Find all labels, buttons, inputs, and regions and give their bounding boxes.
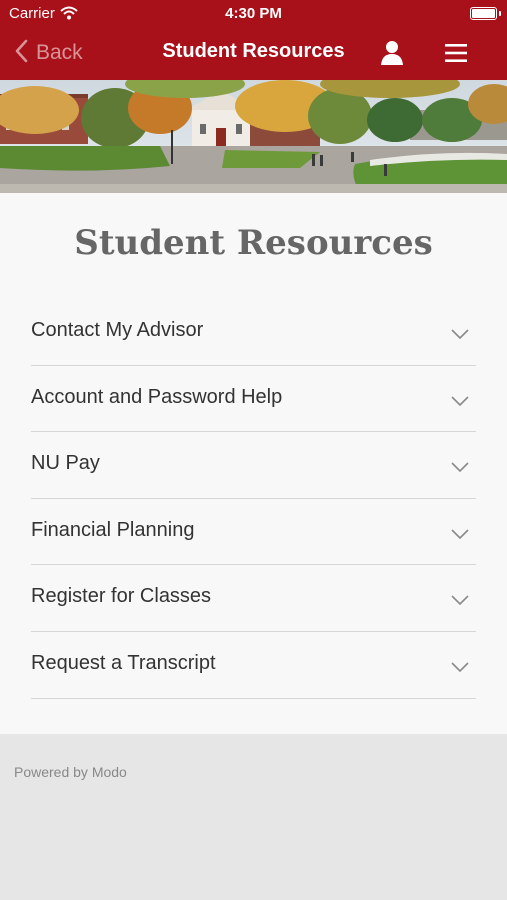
powered-by-link[interactable]: Powered by Modo (14, 764, 127, 780)
accordion-item-label: Account and Password Help (31, 385, 283, 408)
page-title: Student Resources (74, 223, 433, 263)
menu-icon (443, 44, 469, 69)
main-content: Student Resources Contact My Advisor Acc… (0, 193, 507, 734)
accordion-item-label: Contact My Advisor (31, 319, 204, 341)
accordion-item-label: NU Pay (31, 452, 100, 475)
accordion-item-nu-pay[interactable]: NU Pay (31, 432, 476, 499)
chevron-down-icon (451, 592, 469, 606)
chevron-down-icon (451, 659, 469, 673)
chevron-down-icon (451, 526, 469, 539)
status-time: 4:30 PM (225, 5, 282, 22)
campus-banner-image (0, 80, 507, 193)
chevron-down-icon (451, 326, 469, 340)
user-button[interactable] (379, 39, 405, 67)
user-icon (379, 41, 405, 71)
accordion-item-financial-planning[interactable]: Financial Planning (31, 499, 476, 566)
accordion-item-request-transcript[interactable]: Request a Transcript (31, 632, 476, 699)
status-bar: Carrier 4:30 PM (0, 0, 507, 28)
accordion-item-label: Register for Classes (31, 585, 212, 608)
app-header: Carrier 4:30 PM Back Student Resources (0, 0, 507, 80)
footer: Powered by Modo (0, 734, 507, 900)
menu-button[interactable] (443, 41, 469, 65)
chevron-down-icon (451, 393, 469, 406)
battery-tip (499, 11, 501, 16)
resource-accordion: Contact My Advisor Account and Password … (31, 299, 476, 699)
nav-title: Student Resources (162, 40, 345, 62)
accordion-item-label: Request a Transcript (31, 651, 216, 674)
accordion-item-account-password-help[interactable]: Account and Password Help (31, 366, 476, 433)
accordion-item-contact-my-advisor[interactable]: Contact My Advisor (31, 299, 476, 366)
accordion-item-label: Financial Planning (31, 518, 195, 541)
accordion-item-register-for-classes[interactable]: Register for Classes (31, 565, 476, 632)
battery-icon (470, 7, 497, 20)
chevron-down-icon (451, 459, 469, 473)
